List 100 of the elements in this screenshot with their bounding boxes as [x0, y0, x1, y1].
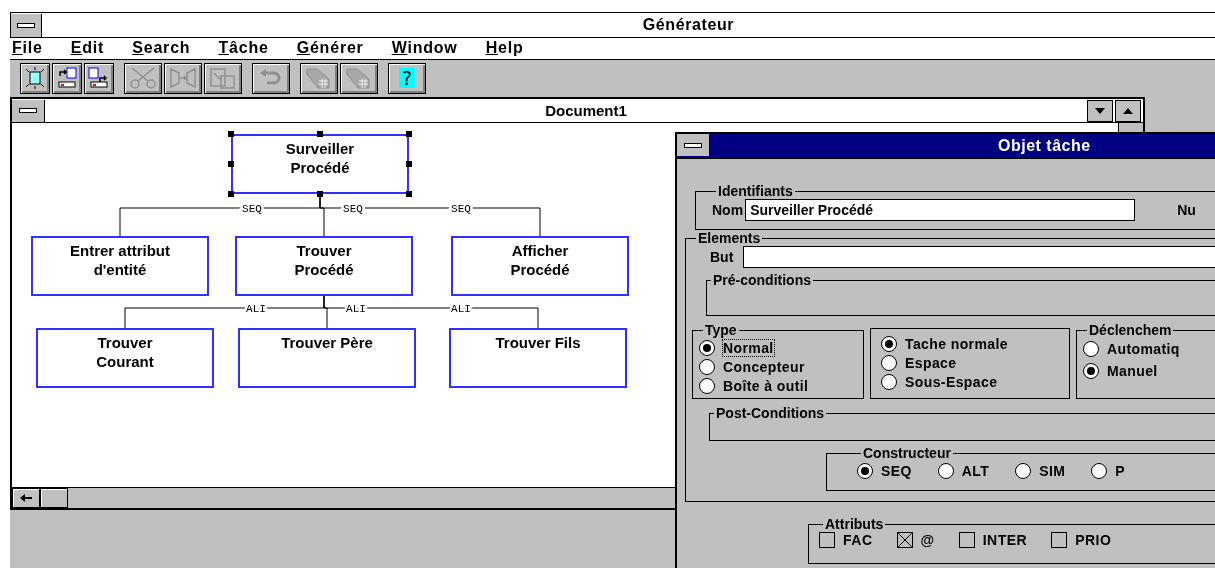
radio-option[interactable]: Manuel — [1083, 360, 1213, 382]
scissors-icon — [128, 66, 158, 90]
connector-label: SEQ — [242, 203, 262, 215]
toolbar-button[interactable] — [20, 62, 50, 94]
menu-item[interactable]: Window — [391, 38, 458, 59]
menu-item[interactable]: Search — [132, 38, 191, 59]
connector-label: ALI — [346, 303, 366, 315]
option-label: Tache normale — [905, 335, 1008, 352]
group-label: Attributs — [824, 516, 885, 532]
option-label: Espace — [905, 354, 957, 371]
checkbox[interactable] — [1051, 532, 1068, 548]
toolbar-button[interactable]: ? — [388, 62, 426, 94]
radio-button[interactable] — [699, 358, 715, 375]
radio-button[interactable] — [699, 377, 715, 394]
task-node[interactable]: Surveiller Procédé — [231, 134, 409, 194]
import-icon — [55, 67, 79, 89]
caret-icon — [1095, 107, 1105, 114]
left-arrow-icon — [20, 494, 32, 502]
selection-handle[interactable] — [317, 191, 323, 197]
option-label: @ — [920, 532, 935, 548]
name-field[interactable]: Surveiller Procédé — [745, 199, 1136, 221]
selection-handle[interactable] — [228, 131, 234, 137]
group-label: Déclenchem — [1088, 322, 1173, 338]
goal-field[interactable] — [743, 246, 1215, 268]
selection-handle[interactable] — [228, 161, 234, 167]
task-node[interactable]: Trouver Fils — [449, 328, 627, 388]
menu-item[interactable]: Edit — [70, 38, 105, 59]
radio-button[interactable] — [937, 462, 954, 479]
radio-button[interactable] — [1015, 462, 1032, 479]
toolbar-button[interactable] — [52, 62, 82, 94]
radio-option[interactable]: P — [1091, 461, 1125, 480]
radio-option[interactable]: Sous-Espace — [881, 372, 1065, 391]
radio-button[interactable] — [1083, 341, 1099, 357]
minimize-button[interactable] — [1087, 99, 1113, 122]
checkbox-option[interactable]: INTER — [958, 532, 1028, 548]
checkbox[interactable] — [958, 532, 975, 548]
field-label: But — [710, 249, 734, 265]
field-label: Nom — [712, 202, 744, 218]
selection-handle[interactable] — [406, 191, 412, 197]
clipboard-icon — [208, 66, 238, 90]
task-node[interactable]: Trouver Courant — [36, 328, 214, 388]
option-label: SIM — [1039, 462, 1066, 479]
task-node[interactable]: Trouver Père — [238, 328, 416, 388]
radio-button[interactable] — [857, 462, 873, 479]
caret-icon — [1123, 107, 1133, 114]
radio-option[interactable]: Automatiq — [1083, 338, 1213, 360]
group-label: Pré-conditions — [712, 272, 812, 288]
maximize-button[interactable] — [1115, 99, 1141, 122]
radio-option[interactable]: ALT — [937, 461, 990, 480]
radio-option[interactable]: Espace — [881, 353, 1065, 372]
system-menu-button[interactable] — [677, 134, 710, 156]
menu-item[interactable]: File — [12, 38, 43, 59]
radio-button[interactable] — [699, 339, 715, 356]
option-label: ALT — [961, 462, 990, 479]
radio-button[interactable] — [881, 354, 897, 371]
radio-button[interactable] — [1091, 462, 1108, 479]
option-label: P — [1115, 462, 1125, 479]
scroll-left-button[interactable] — [12, 488, 40, 508]
scroll-thumb[interactable] — [40, 488, 68, 508]
option-label: Normal — [723, 339, 774, 356]
radio-button[interactable] — [881, 335, 897, 352]
selection-handle[interactable] — [228, 191, 234, 197]
system-menu-button[interactable] — [12, 99, 45, 122]
new-document-icon — [24, 67, 46, 89]
connector-label: SEQ — [451, 203, 471, 215]
task-node[interactable]: Entrer attribut d'entité — [31, 236, 209, 296]
radio-button[interactable] — [1083, 363, 1099, 379]
split-icon — [168, 66, 198, 90]
checkbox-option[interactable]: PRIO — [1051, 532, 1112, 548]
connector-label: ALI — [246, 303, 266, 315]
radio-option[interactable]: Tache normale — [881, 334, 1065, 353]
checkbox-option[interactable]: @ — [896, 532, 935, 548]
checkbox[interactable] — [819, 532, 835, 548]
radio-option[interactable]: SEQ — [857, 461, 912, 480]
toolbar-button[interactable] — [84, 62, 114, 94]
selection-handle[interactable] — [406, 131, 412, 137]
radio-option[interactable]: SIM — [1015, 461, 1066, 480]
radio-button[interactable] — [881, 373, 897, 390]
option-label: Manuel — [1107, 363, 1158, 379]
system-menu-button[interactable] — [11, 13, 42, 37]
task-node[interactable]: Afficher Procédé — [451, 236, 629, 296]
selection-handle[interactable] — [317, 131, 323, 137]
menu-item[interactable]: Help — [485, 38, 524, 59]
checkbox-option[interactable]: FAC — [819, 532, 873, 548]
export-icon — [87, 67, 111, 89]
option-label: Automatiq — [1107, 341, 1180, 357]
radio-option[interactable]: Boîte à outil — [699, 376, 859, 395]
menu-item[interactable]: Générer — [296, 38, 364, 59]
group-label: Identifiants — [717, 183, 794, 199]
connector-label: ALI — [451, 303, 471, 315]
option-label: Boîte à outil — [723, 377, 809, 394]
radio-option[interactable]: Normal — [699, 338, 859, 357]
checkbox[interactable] — [896, 532, 913, 548]
radio-option[interactable]: Concepteur — [699, 357, 859, 376]
group-label: Elements — [697, 230, 762, 246]
task-node[interactable]: Trouver Procédé — [235, 236, 413, 296]
selection-handle[interactable] — [406, 161, 412, 167]
option-label: Concepteur — [723, 358, 805, 375]
menu-item[interactable]: Tâche — [218, 38, 269, 59]
connector-label: SEQ — [343, 203, 363, 215]
